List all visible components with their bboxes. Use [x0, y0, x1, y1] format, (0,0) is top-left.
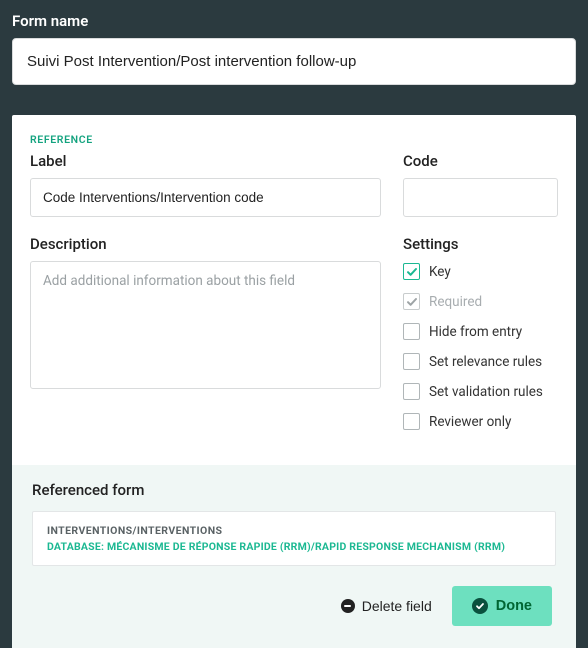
- description-title: Description: [30, 235, 381, 253]
- code-input[interactable]: [403, 178, 558, 217]
- referenced-form-box[interactable]: INTERVENTIONS/INTERVENTIONS DATABASE: MÉ…: [32, 511, 556, 566]
- done-label: Done: [496, 598, 532, 614]
- check-circle-icon: [472, 598, 488, 614]
- settings-option-hide-from-entry[interactable]: Hide from entry: [403, 323, 558, 340]
- form-name-label: Form name: [12, 12, 576, 30]
- settings-option-key[interactable]: Key: [403, 263, 558, 280]
- settings-option-label: Hide from entry: [429, 324, 522, 340]
- settings-option-reviewer-only[interactable]: Reviewer only: [403, 413, 558, 430]
- form-name-input[interactable]: [12, 38, 576, 85]
- checkbox-icon: [403, 383, 420, 400]
- settings-option-label: Key: [429, 264, 451, 280]
- done-button[interactable]: Done: [452, 586, 552, 626]
- delete-field-label: Delete field: [362, 598, 432, 614]
- label-input[interactable]: [30, 178, 381, 217]
- checkbox-icon: [403, 263, 420, 280]
- settings-option-label: Required: [429, 294, 482, 310]
- settings-option-label: Set validation rules: [429, 384, 543, 400]
- checkbox-icon: [403, 413, 420, 430]
- referenced-form-title: Referenced form: [32, 481, 556, 499]
- settings-title: Settings: [403, 235, 558, 253]
- reference-panel: REFERENCE Label Code Description Setting…: [12, 115, 576, 648]
- label-title: Label: [30, 152, 381, 170]
- settings-option-label: Reviewer only: [429, 414, 511, 430]
- code-title: Code: [403, 152, 558, 170]
- section-tag: REFERENCE: [30, 133, 558, 146]
- settings-option-relevance-rules[interactable]: Set relevance rules: [403, 353, 558, 370]
- minus-circle-icon: [341, 599, 355, 613]
- referenced-form-name: INTERVENTIONS/INTERVENTIONS: [47, 524, 541, 537]
- settings-option-label: Set relevance rules: [429, 354, 542, 370]
- settings-option-validation-rules[interactable]: Set validation rules: [403, 383, 558, 400]
- settings-option-required: Required: [403, 293, 558, 310]
- referenced-form-section: Referenced form INTERVENTIONS/INTERVENTI…: [12, 465, 576, 648]
- delete-field-button[interactable]: Delete field: [335, 590, 438, 622]
- checkbox-icon: [403, 353, 420, 370]
- referenced-database: DATABASE: MÉCANISME DE RÉPONSE RAPIDE (R…: [47, 540, 541, 553]
- checkbox-icon: [403, 323, 420, 340]
- checkbox-icon: [403, 293, 420, 310]
- description-textarea[interactable]: [30, 261, 381, 389]
